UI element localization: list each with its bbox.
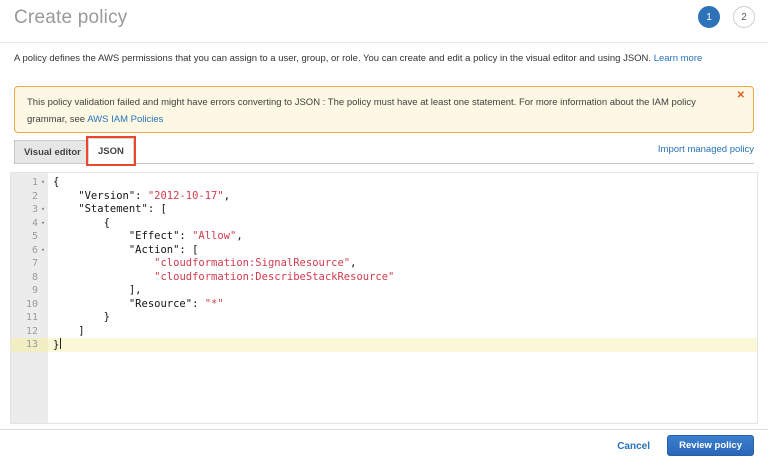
gutter-line-12[interactable]: 12 <box>11 325 48 339</box>
json-plain-token <box>53 257 154 269</box>
line-number: 8 <box>32 272 38 283</box>
editor-tabbar: Visual editor JSON Import managed policy <box>14 140 754 164</box>
intro-description: A policy defines the AWS permissions tha… <box>14 53 651 64</box>
line-number: 11 <box>26 312 38 323</box>
json-string-token: "cloudformation:SignalResource" <box>154 257 350 269</box>
validation-error-banner: This policy validation failed and might … <box>14 86 754 133</box>
code-line-11[interactable]: } <box>48 311 757 325</box>
import-managed-policy-link[interactable]: Import managed policy <box>658 144 754 155</box>
gutter-line-1[interactable]: 1▾ <box>11 176 48 190</box>
fold-caret-icon[interactable]: ▾ <box>38 244 48 258</box>
json-plain-token <box>53 271 154 283</box>
cancel-button[interactable]: Cancel <box>617 441 650 452</box>
json-string-token: "cloudformation:DescribeStackResource" <box>154 271 394 283</box>
tab-json[interactable]: JSON <box>88 138 134 164</box>
line-number: 7 <box>32 258 38 269</box>
step-indicator-2[interactable]: 2 <box>733 6 755 28</box>
gutter-line-3[interactable]: 3▾ <box>11 203 48 217</box>
aws-iam-policies-link[interactable]: AWS IAM Policies <box>87 114 163 125</box>
line-number: 2 <box>32 191 38 202</box>
fold-caret-icon[interactable]: ▾ <box>38 176 48 190</box>
line-number: 12 <box>26 326 38 337</box>
fold-caret-icon[interactable]: ▾ <box>38 217 48 231</box>
gutter-line-2[interactable]: 2 <box>11 190 48 204</box>
code-line-10[interactable]: "Resource": "*" <box>48 298 757 312</box>
code-line-12[interactable]: ] <box>48 325 757 339</box>
line-number: 10 <box>26 299 38 310</box>
editor-code-area[interactable]: { "Version": "2012-10-17", "Statement": … <box>48 173 757 423</box>
code-line-7[interactable]: "cloudformation:SignalResource", <box>48 257 757 271</box>
create-policy-page: Create policy 1 2 A policy defines the A… <box>0 0 768 461</box>
json-string-token: "*" <box>205 298 224 310</box>
gutter-line-11[interactable]: 11 <box>11 311 48 325</box>
learn-more-link[interactable]: Learn more <box>654 53 703 64</box>
tab-visual-editor[interactable]: Visual editor <box>14 140 91 164</box>
editor-gutter: 1▾23▾4▾5 6▾7 8 9 10 11 12 13 <box>11 173 48 423</box>
code-line-13[interactable]: } <box>48 338 757 352</box>
wizard-steps: 1 2 <box>698 6 755 28</box>
json-plain-token: , <box>224 190 230 202</box>
code-line-4[interactable]: { <box>48 217 757 231</box>
gutter-line-13[interactable]: 13 <box>11 338 48 352</box>
gutter-line-8[interactable]: 8 <box>11 271 48 285</box>
intro-text: A policy defines the AWS permissions tha… <box>14 53 754 64</box>
footer-divider <box>0 429 768 430</box>
json-plain-token: "Effect": <box>53 230 192 242</box>
json-plain-token: { <box>53 217 110 229</box>
close-icon[interactable]: ✕ <box>737 91 745 101</box>
code-line-9[interactable]: ], <box>48 284 757 298</box>
json-string-token: "Allow" <box>192 230 236 242</box>
line-number: 5 <box>32 231 38 242</box>
gutter-line-9[interactable]: 9 <box>11 284 48 298</box>
code-line-6[interactable]: "Action": [ <box>48 244 757 258</box>
json-plain-token: ] <box>53 325 85 337</box>
code-line-1[interactable]: { <box>48 176 757 190</box>
line-number: 9 <box>32 285 38 296</box>
step-indicator-1[interactable]: 1 <box>698 6 720 28</box>
gutter-filler <box>11 352 48 424</box>
gutter-line-10[interactable]: 10 <box>11 298 48 312</box>
code-line-3[interactable]: "Statement": [ <box>48 203 757 217</box>
json-string-token: "2012-10-17" <box>148 190 224 202</box>
json-tab-annotation-highlight: JSON <box>86 136 136 166</box>
json-plain-token: ], <box>53 284 142 296</box>
json-plain-token: } <box>53 311 110 323</box>
gutter-line-7[interactable]: 7 <box>11 257 48 271</box>
json-plain-token: "Statement": [ <box>53 203 167 215</box>
json-plain-token: , <box>350 257 356 269</box>
json-plain-token: , <box>236 230 242 242</box>
gutter-line-4[interactable]: 4▾ <box>11 217 48 231</box>
json-plain-token: { <box>53 176 59 188</box>
json-plain-token: "Resource": <box>53 298 205 310</box>
fold-caret-icon[interactable]: ▾ <box>38 203 48 217</box>
json-plain-token: } <box>53 339 59 351</box>
code-line-8[interactable]: "cloudformation:DescribeStackResource" <box>48 271 757 285</box>
gutter-line-5[interactable]: 5 <box>11 230 48 244</box>
json-plain-token: "Action": [ <box>53 244 198 256</box>
code-line-5[interactable]: "Effect": "Allow", <box>48 230 757 244</box>
json-policy-editor[interactable]: 1▾23▾4▾5 6▾7 8 9 10 11 12 13 { "Version": "2012… <box>10 172 758 424</box>
json-plain-token: "Version": <box>53 190 148 202</box>
line-number: 13 <box>26 339 38 350</box>
code-line-2[interactable]: "Version": "2012-10-17", <box>48 190 757 204</box>
page-title: Create policy <box>14 7 127 29</box>
gutter-line-6[interactable]: 6▾ <box>11 244 48 258</box>
header-divider <box>0 42 768 43</box>
review-policy-button[interactable]: Review policy <box>667 435 754 456</box>
text-cursor <box>60 338 61 349</box>
